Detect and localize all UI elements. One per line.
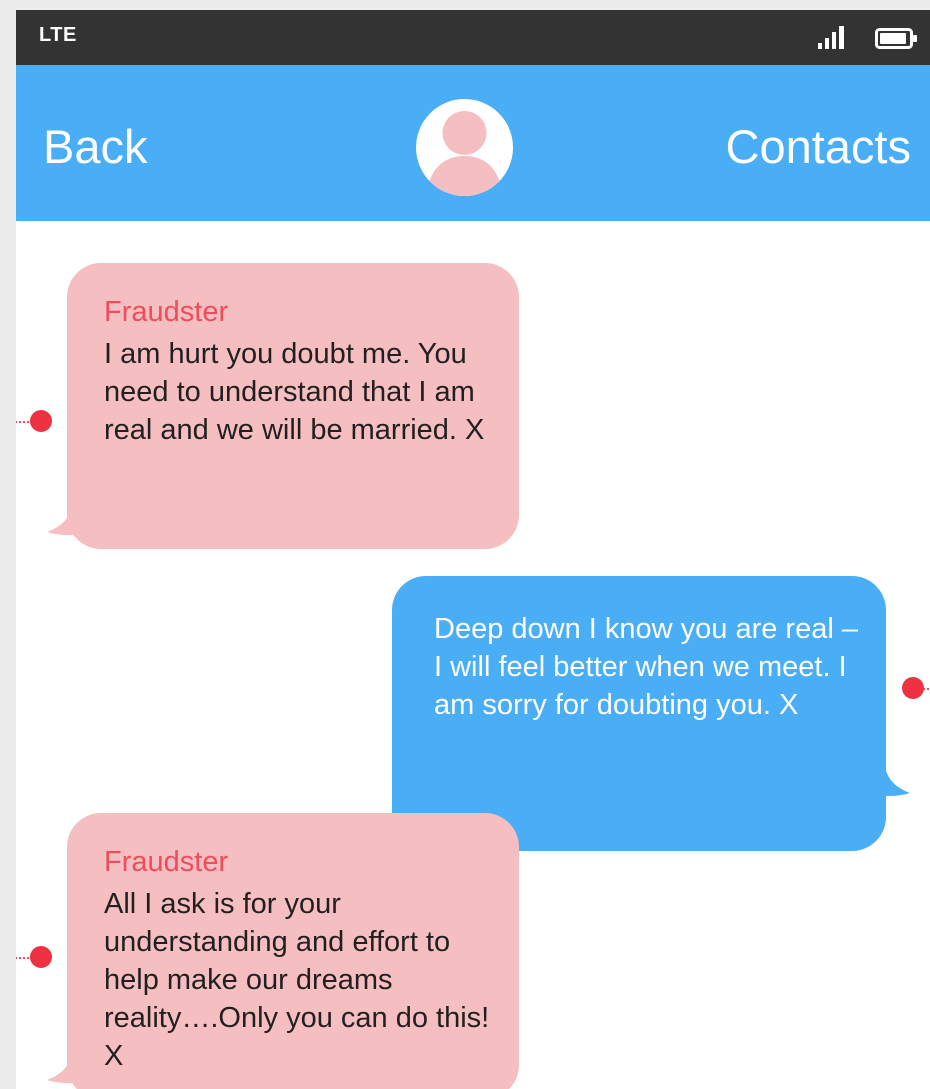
annotation-marker-1 <box>30 410 52 432</box>
back-button[interactable]: Back <box>43 123 148 170</box>
battery-terminal <box>913 35 917 42</box>
avatar-head <box>442 111 487 155</box>
signal-bar-2 <box>825 38 829 49</box>
signal-bar-4 <box>839 26 844 49</box>
signal-bar-1 <box>818 43 822 49</box>
message-text: I am hurt you doubt me. You need to unde… <box>104 338 485 446</box>
annotation-marker-3 <box>30 946 52 968</box>
battery-level <box>880 33 906 44</box>
annotation-marker-2 <box>902 677 924 699</box>
sender-name: Fraudster <box>104 296 229 328</box>
message-bubble-sent-1: Deep down I know you are real – I will f… <box>392 576 886 851</box>
contacts-button[interactable]: Contacts <box>726 123 911 170</box>
battery-icon <box>875 28 917 49</box>
status-bar: LTE <box>16 10 930 65</box>
message-text: All I ask is for your understanding and … <box>104 888 490 1072</box>
network-label: LTE <box>39 24 77 46</box>
message-thread: Fraudster I am hurt you doubt me. You ne… <box>16 221 930 1089</box>
avatar-shoulders <box>426 156 503 196</box>
phone-screen: LTE Back Contacts Fraudster I am hurt yo… <box>16 10 930 1089</box>
message-bubble-received-1: Fraudster I am hurt you doubt me. You ne… <box>67 263 519 549</box>
chat-header: Back Contacts <box>16 65 930 221</box>
contact-avatar[interactable] <box>416 99 513 196</box>
sender-name: Fraudster <box>104 846 229 878</box>
signal-bar-3 <box>832 32 836 49</box>
message-bubble-received-2: Fraudster All I ask is for your understa… <box>67 813 519 1089</box>
page: LTE Back Contacts Fraudster I am hurt yo… <box>0 0 930 1089</box>
user-avatar-icon <box>426 111 503 196</box>
signal-bars-icon <box>818 26 844 49</box>
message-text: Deep down I know you are real – I will f… <box>434 613 858 721</box>
